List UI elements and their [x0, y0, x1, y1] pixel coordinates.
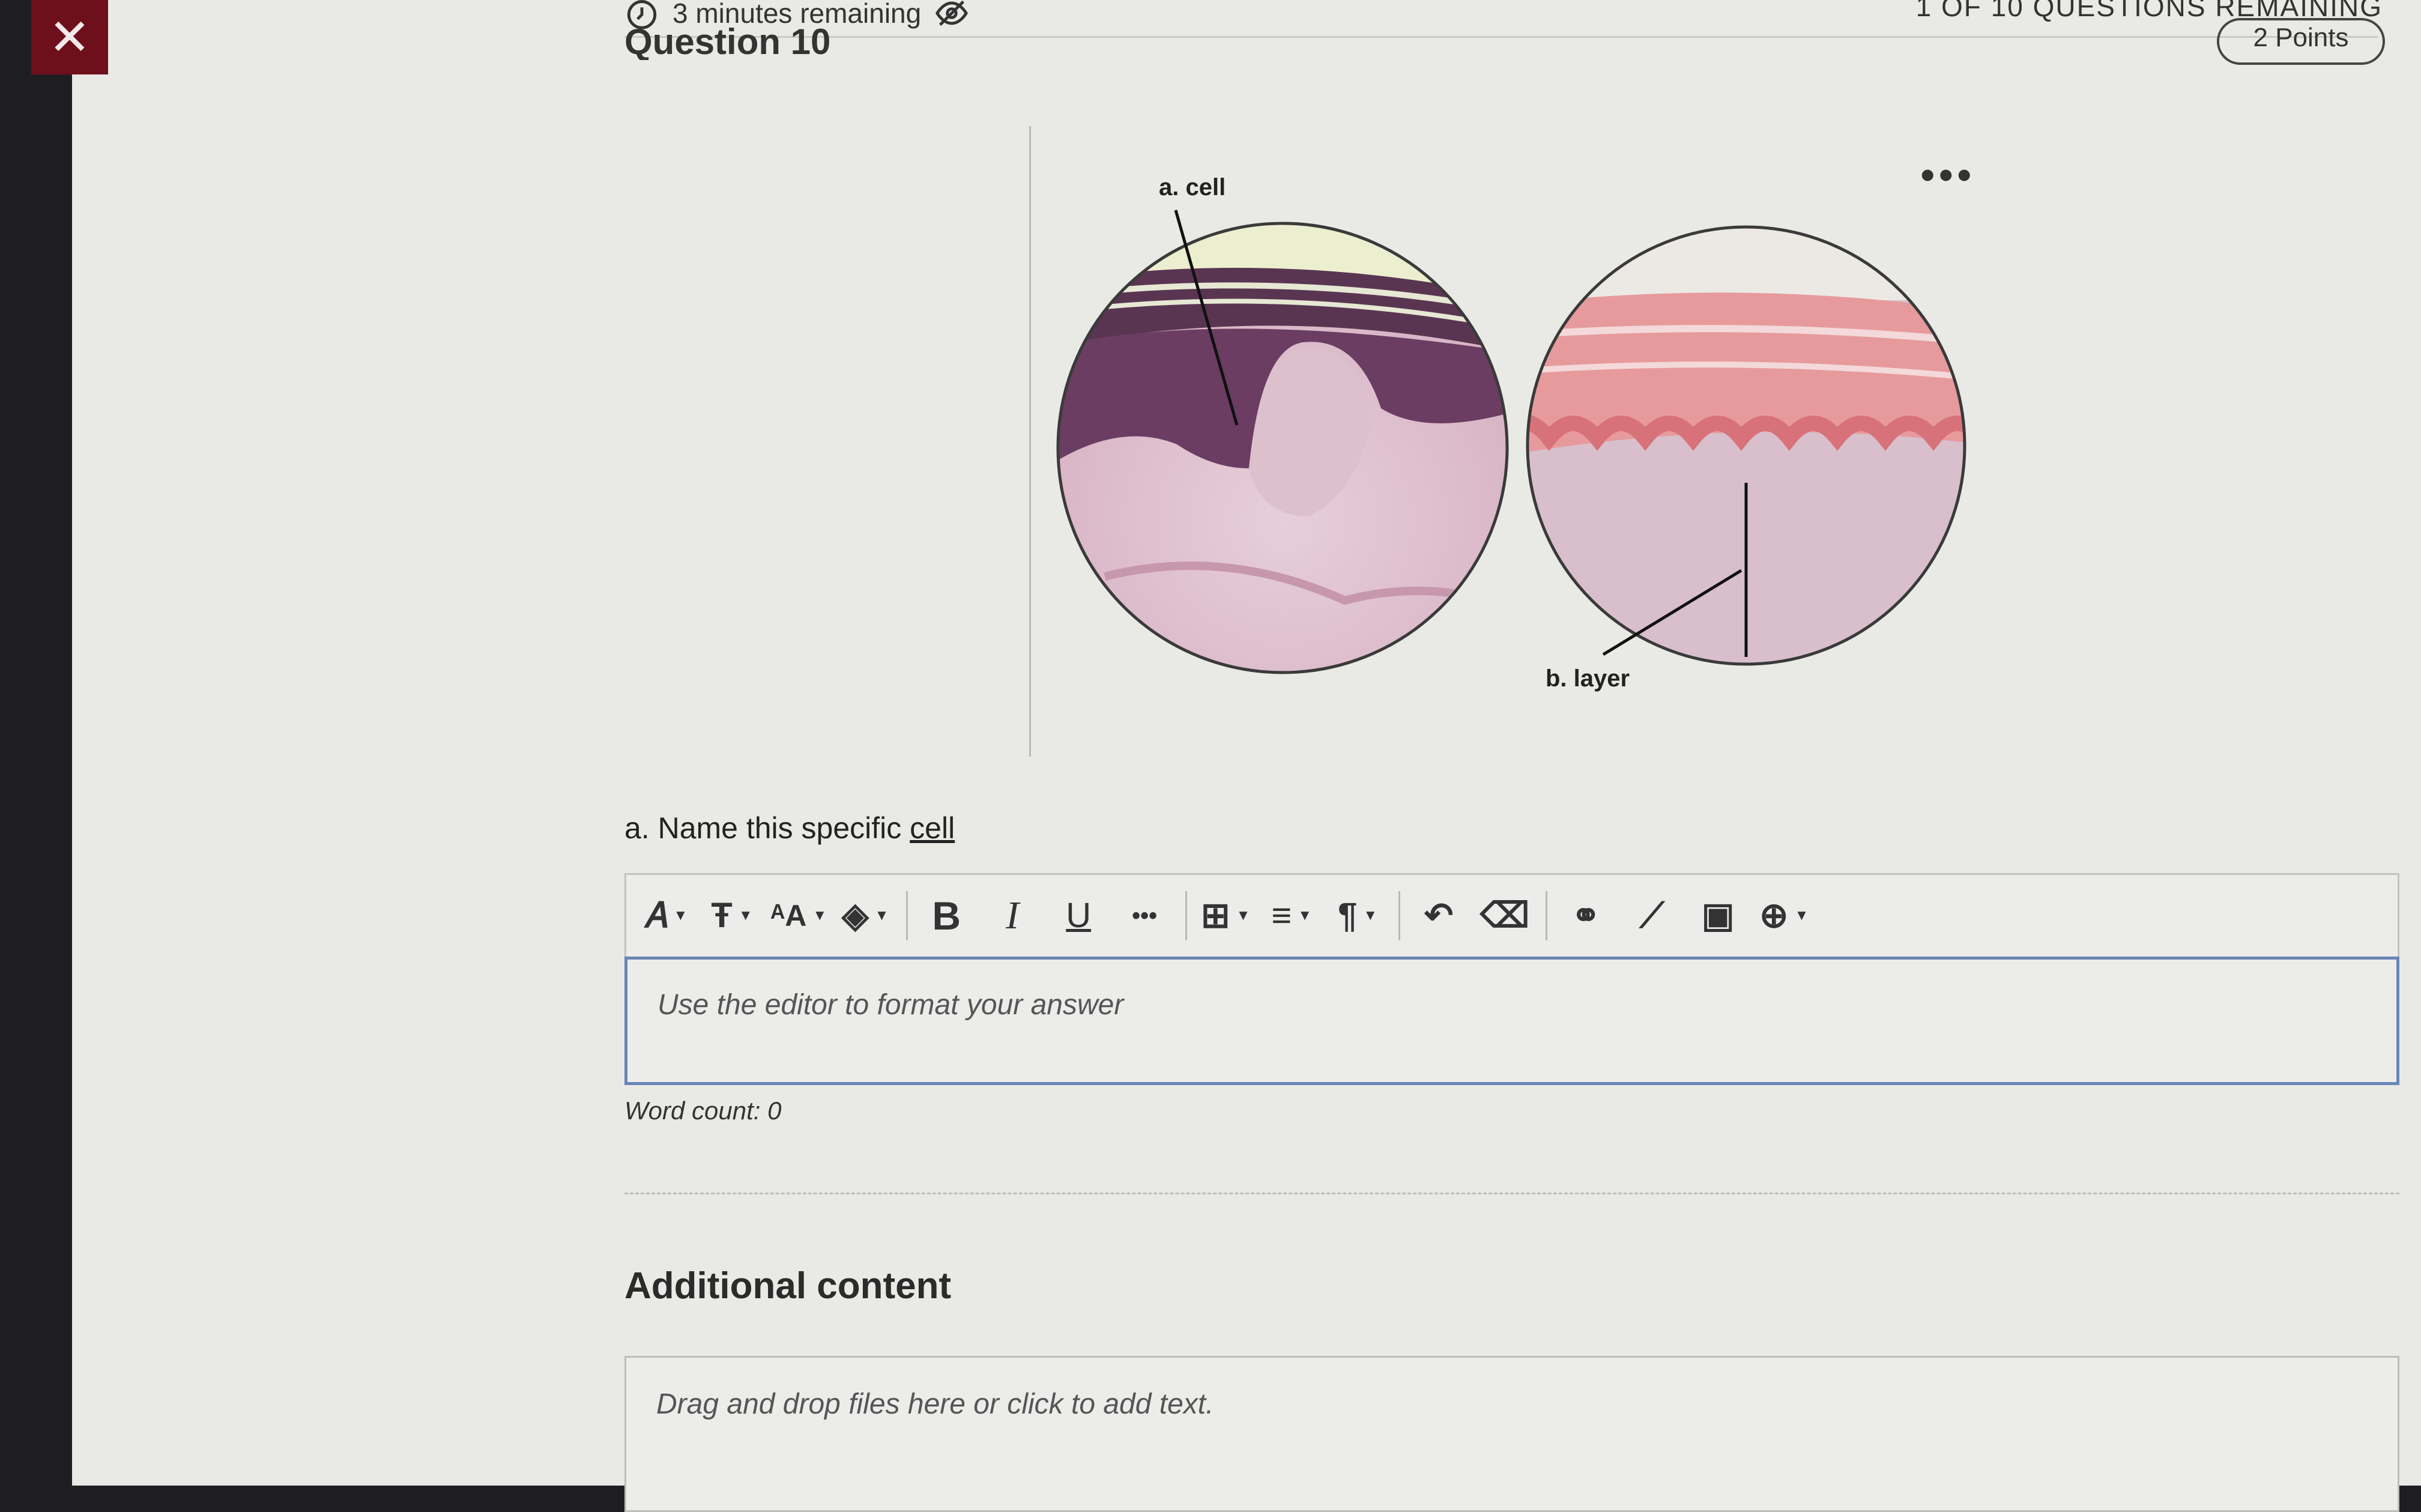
link-icon: ⚭	[1571, 896, 1601, 935]
toolbar-separator	[1546, 891, 1548, 940]
bold-icon: B	[932, 894, 961, 938]
italic-icon: I	[1006, 894, 1020, 937]
bold-button[interactable]: B	[919, 886, 974, 946]
hide-timer-icon[interactable]	[934, 0, 969, 31]
highlight-button[interactable]: ◈ ▼	[838, 886, 893, 946]
vertical-divider	[1029, 126, 1031, 757]
font-format-icon: Ŧ	[711, 896, 733, 935]
chevron-down-icon: ▼	[812, 907, 827, 924]
chevron-down-icon: ▼	[1794, 907, 1809, 924]
chevron-down-icon: ▼	[874, 907, 889, 924]
align-icon: ≡	[1271, 896, 1292, 935]
paragraph-icon: ¶	[1338, 896, 1358, 935]
more-icon: •••	[1132, 903, 1158, 929]
figure-label-layer: b. layer	[1546, 665, 1630, 692]
close-icon: ✕	[48, 9, 91, 65]
toolbar-separator	[1185, 891, 1188, 940]
answer-placeholder: Use the editor to format your answer	[657, 989, 1124, 1021]
figure-label-cell: a. cell	[1159, 174, 1226, 201]
table-icon: ⊞	[1200, 896, 1230, 935]
chevron-down-icon: ▼	[1363, 907, 1378, 924]
chevron-down-icon: ▼	[673, 907, 688, 924]
toolbar-separator	[1398, 891, 1401, 940]
close-button[interactable]: ✕	[31, 0, 108, 74]
link-button[interactable]: ⚭	[1558, 886, 1613, 946]
chevron-down-icon: ▼	[738, 907, 753, 924]
toolbar-separator	[906, 891, 908, 940]
question-title: Question 10	[624, 24, 831, 60]
points-badge: 2 Points	[2217, 18, 2385, 65]
word-count: Word count: 0	[624, 1096, 782, 1125]
prompt-link-cell[interactable]: cell	[910, 811, 955, 845]
histology-figure: a. cell b. layer	[1045, 156, 1981, 721]
italic-button[interactable]: I	[985, 886, 1040, 946]
histology-image	[1056, 210, 1966, 674]
text-style-icon: 𝐴	[644, 896, 668, 935]
insert-icon: ⊕	[1759, 896, 1789, 935]
image-icon: ▣	[1701, 896, 1735, 935]
chevron-down-icon: ▼	[1236, 907, 1251, 924]
image-button[interactable]: ▣	[1690, 886, 1745, 946]
editor-toolbar: 𝐴 ▼ Ŧ ▼ ᴬA ▼ ◈ ▼ B I U ••• ⊞ ▼ ≡ ▼ ¶ ▼ ↶ ⌫ ⚭ ⟋ …	[626, 875, 2398, 957]
font-format-button[interactable]: Ŧ ▼	[704, 886, 760, 946]
answer-editor: 𝐴 ▼ Ŧ ▼ ᴬA ▼ ◈ ▼ B I U ••• ⊞ ▼ ≡ ▼ ¶ ▼ ↶ ⌫ ⚭ ⟋ …	[624, 873, 2399, 1085]
font-size-button[interactable]: ᴬA ▼	[770, 886, 827, 946]
align-button[interactable]: ≡ ▼	[1264, 886, 1319, 946]
more-formatting-button[interactable]: •••	[1117, 886, 1172, 946]
additional-content-title: Additional content	[624, 1265, 952, 1307]
additional-content-dropzone[interactable]: Drag and drop files here or click to add…	[624, 1356, 2399, 1512]
chevron-down-icon: ▼	[1298, 907, 1312, 924]
undo-button[interactable]: ↶	[1411, 886, 1466, 946]
underline-icon: U	[1066, 896, 1092, 935]
underline-button[interactable]: U	[1051, 886, 1106, 946]
highlight-icon: ◈	[841, 896, 869, 935]
paragraph-button[interactable]: ¶ ▼	[1330, 886, 1385, 946]
attach-button[interactable]: ⟋	[1624, 886, 1679, 946]
answer-input[interactable]: Use the editor to format your answer	[624, 957, 2399, 1085]
undo-icon: ↶	[1424, 896, 1454, 935]
question-prompt: a. Name this specific cell	[624, 811, 955, 845]
clear-format-button[interactable]: ⌫	[1477, 886, 1532, 946]
text-style-button[interactable]: 𝐴 ▼	[638, 886, 694, 946]
attach-icon: ⟋	[1639, 896, 1664, 935]
section-divider	[624, 1193, 2399, 1194]
table-button[interactable]: ⊞ ▼	[1198, 886, 1253, 946]
insert-button[interactable]: ⊕ ▼	[1756, 886, 1812, 946]
font-size-icon: ᴬA	[770, 899, 807, 933]
prompt-text: a. Name this specific	[624, 811, 910, 845]
dropzone-placeholder: Drag and drop files here or click to add…	[656, 1388, 1214, 1420]
eraser-icon: ⌫	[1480, 896, 1530, 935]
